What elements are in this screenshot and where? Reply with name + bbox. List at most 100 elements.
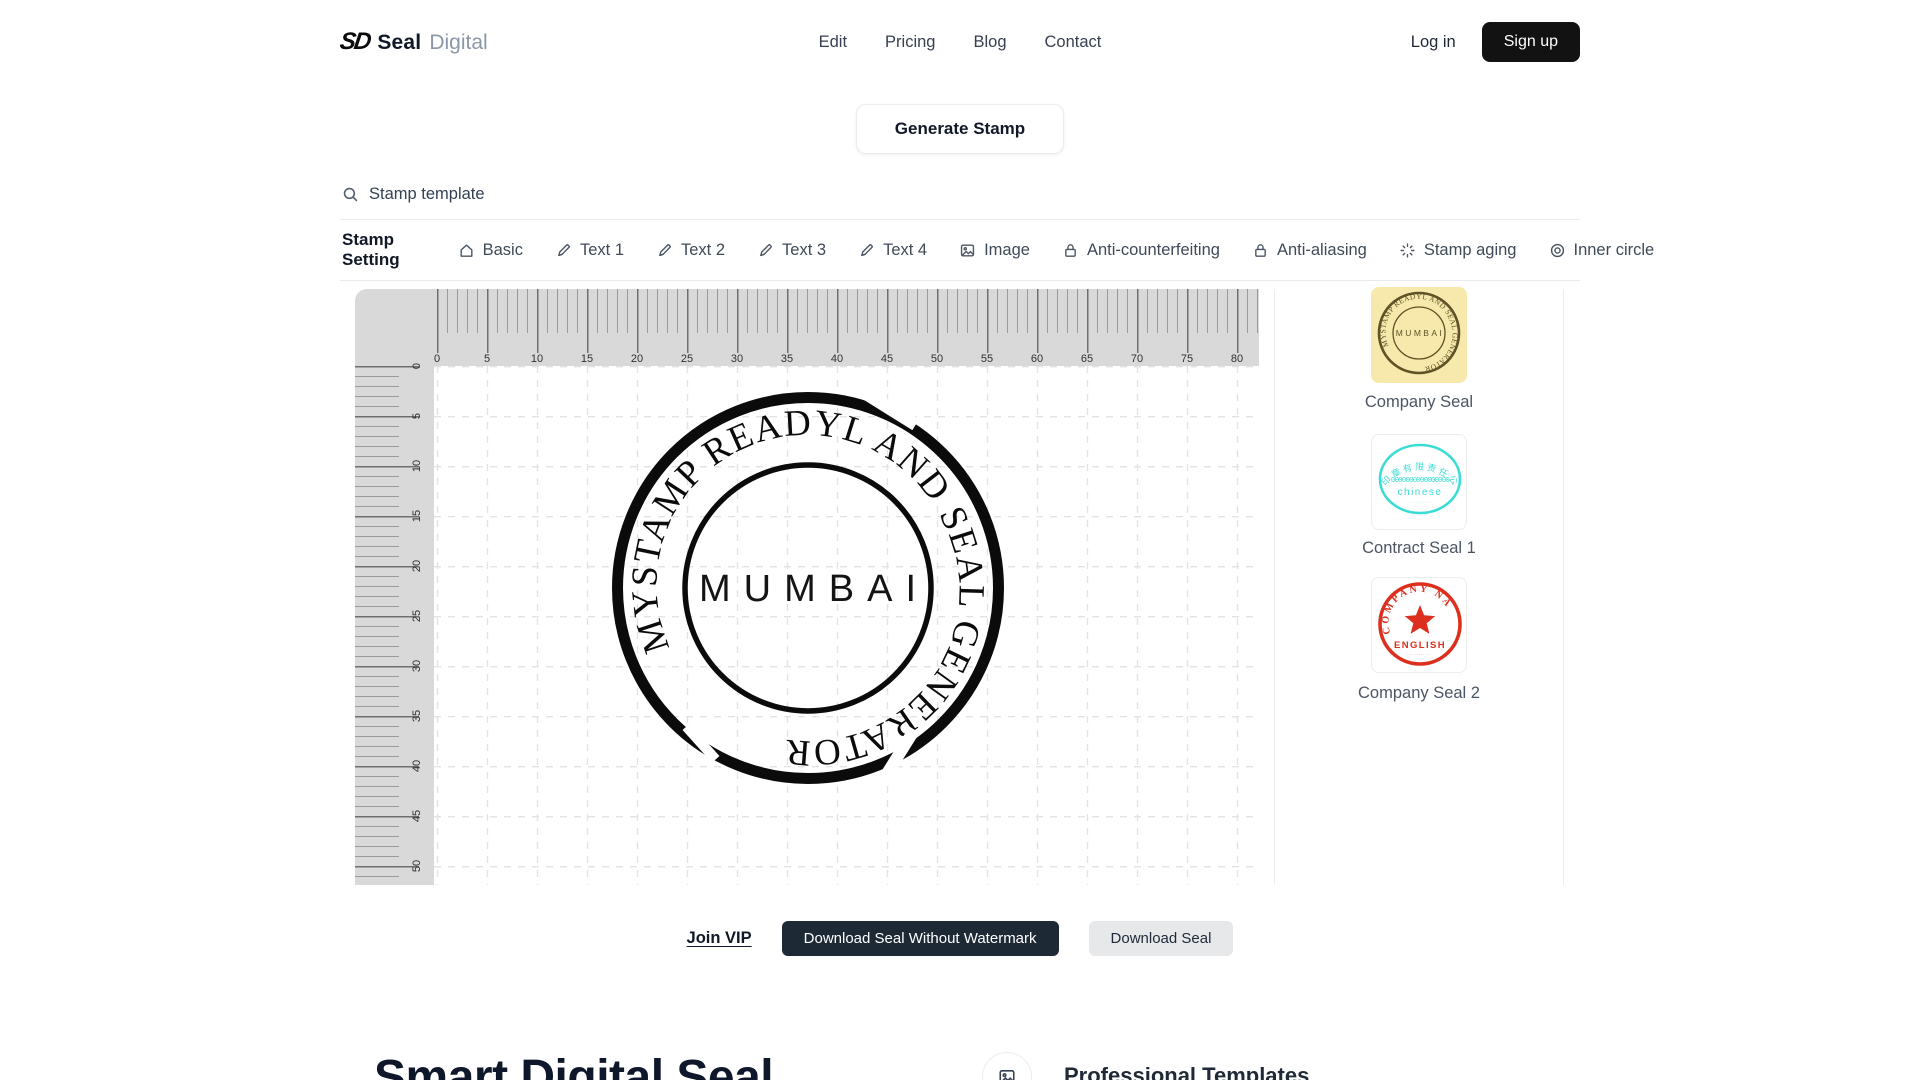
logo[interactable]: SD Seal Digital: [338, 28, 488, 56]
h-ruler-tick-label: 20: [630, 353, 644, 365]
template-label: Company Seal: [1364, 393, 1474, 411]
footer-heading: Smart Digital Seal: [374, 1051, 774, 1080]
template-stamp-star: COMPANY NAMEENGLISH·········: [1372, 578, 1462, 666]
signup-button[interactable]: Sign up: [1481, 22, 1580, 62]
v-ruler-tick-label: 0: [411, 362, 423, 370]
feature-professional-templates: Professional Templates: [982, 1052, 1309, 1080]
svg-text:·········: ·········: [1410, 653, 1430, 657]
h-ruler-tick-label: 5: [483, 353, 491, 365]
logo-icon: SD: [338, 28, 372, 55]
horizontal-ruler: 0 5 10 15 20 25 30 35 40 45 50 55 60 65 70 75 80: [434, 289, 1259, 366]
v-ruler-tick-label: 45: [411, 809, 423, 823]
toolbar-tab-text-3[interactable]: Text 3: [741, 233, 842, 268]
join-vip-link[interactable]: Join VIP: [687, 929, 752, 948]
toolbar-tab-anti-counterfeiting[interactable]: Anti-counterfeiting: [1046, 233, 1236, 268]
editor-header: Stamp Setting Basic Text 1 Text 2 Text 3 Tex…: [340, 170, 1654, 281]
v-ruler-tick-label: 30: [411, 659, 423, 673]
templates-panel: MYSTAMP READYL AND SEAL GENERATOR MUMBAI …: [1274, 287, 1564, 885]
main-nav: Edit Pricing Blog Contact: [819, 33, 1102, 52]
toolbar-tab-label: Text 1: [579, 240, 624, 259]
canvas-grid: MYSTAMP READYL AND SEAL GENERATORMUMBAI: [434, 365, 1259, 885]
h-ruler-tick-label: 0: [433, 353, 441, 365]
pen-icon: [558, 243, 570, 256]
stamp-canvas[interactable]: MYSTAMP READYL AND SEAL GENERATOR MUMBAI: [434, 365, 1259, 885]
download-actions: Join VIP Download Seal Without Watermark…: [0, 918, 1920, 958]
h-ruler-tick-label: 10: [530, 353, 544, 365]
toolbar-tab-label: Text 2: [681, 240, 726, 259]
home-icon: [460, 243, 473, 257]
svg-text:chinese: chinese: [1398, 487, 1443, 498]
h-ruler-tick-label: 40: [830, 353, 844, 365]
template-thumb-company-seal[interactable]: MYSTAMP READYL AND SEAL GENERATOR MUMBAI: [1371, 287, 1467, 383]
generate-stamp-button[interactable]: Generate Stamp: [855, 104, 1065, 154]
toolbar-tab-label: Anti-counterfeiting: [1086, 240, 1220, 259]
h-ruler-tick-label: 80: [1230, 353, 1244, 365]
v-ruler-tick-label: 25: [411, 609, 423, 623]
v-ruler-tick-label: 10: [411, 459, 423, 473]
template-thumb-contract-seal-1[interactable]: 印章有限责任公司0000000000000000chinese·········…: [1371, 434, 1467, 530]
h-ruler-tick-label: 30: [730, 353, 744, 365]
header: SD Seal Digital Edit Pricing Blog Contac…: [338, 18, 1580, 66]
svg-text:ENGLISH: ENGLISH: [1394, 640, 1446, 651]
auth-area: Log in Sign up: [1411, 22, 1580, 62]
logo-text-seal: Seal: [377, 31, 422, 54]
template-stamp-ellipse: 印章有限责任公司0000000000000000chinese·········…: [1372, 435, 1462, 515]
toolbar-tab-inner-circle[interactable]: Inner circle: [1533, 233, 1671, 268]
pen-icon: [861, 243, 873, 256]
lock-icon: [1255, 243, 1266, 257]
v-ruler-tick-label: 35: [411, 709, 423, 723]
inner-circle-icon: [1550, 243, 1564, 257]
h-ruler-tick-label: 35: [780, 353, 794, 365]
svg-text:MUMBAI: MUMBAI: [699, 568, 929, 610]
v-ruler-tick-label: 40: [411, 759, 423, 773]
template-label: Company Seal 2: [1358, 684, 1480, 702]
image-icon: [960, 243, 975, 257]
template-stamp-round: MYSTAMP READYL AND SEAL GENERATORMUMBAI: [1371, 287, 1467, 383]
toolbar: Stamp Setting Basic Text 1 Text 2 Text 3 Tex…: [340, 220, 1654, 281]
pen-icon: [659, 243, 671, 256]
toolbar-tab-label: Basic: [482, 240, 523, 259]
h-ruler-tick-label: 45: [880, 353, 894, 365]
toolbar-tab-label: Anti-aliasing: [1276, 240, 1367, 259]
lock-icon: [1065, 243, 1076, 257]
toolbar-tab-basic[interactable]: Basic: [442, 233, 539, 268]
logo-text-digital: Digital: [429, 31, 488, 54]
toolbar-tab-label: Inner circle: [1573, 240, 1655, 259]
nav-pricing[interactable]: Pricing: [885, 33, 935, 52]
template-thumb-company-seal-2[interactable]: COMPANY NAMEENGLISH·········: [1371, 577, 1467, 673]
page: SD Seal Digital Edit Pricing Blog Contac…: [0, 0, 1920, 1080]
toolbar-tab-text-1[interactable]: Text 1: [539, 233, 640, 268]
stamp-preview[interactable]: MYSTAMP READYL AND SEAL GENERATORMUMBAI: [612, 380, 1004, 786]
download-no-watermark-button[interactable]: Download Seal Without Watermark: [781, 920, 1059, 956]
nav-contact[interactable]: Contact: [1045, 33, 1102, 52]
ruler-corner: [355, 289, 434, 366]
h-ruler-tick-label: 50: [930, 353, 944, 365]
toolbar-tab-label: Text 3: [782, 240, 827, 259]
svg-text:··········: ··········: [1408, 500, 1431, 505]
svg-text:MUMBAI: MUMBAI: [1396, 328, 1444, 338]
toolbar-tab-stamp-aging[interactable]: Stamp aging: [1383, 233, 1533, 268]
login-link[interactable]: Log in: [1411, 33, 1456, 52]
h-ruler-tick-label: 65: [1080, 353, 1094, 365]
download-seal-button[interactable]: Download Seal: [1088, 920, 1234, 956]
feature-image-icon: [982, 1052, 1032, 1080]
nav-edit[interactable]: Edit: [819, 33, 847, 52]
h-ruler-tick-label: 55: [980, 353, 994, 365]
template-search-row: [340, 170, 1580, 220]
toolbar-tab-text-2[interactable]: Text 2: [640, 233, 741, 268]
h-ruler-tick-label: 75: [1180, 353, 1194, 365]
v-ruler-tick-label: 5: [411, 412, 423, 420]
search-input[interactable]: [369, 185, 789, 204]
toolbar-tab-text-4[interactable]: Text 4: [842, 233, 943, 268]
toolbar-tab-image[interactable]: Image: [943, 233, 1046, 268]
generate-stamp-wrap: Generate Stamp: [0, 104, 1920, 154]
toolbar-items: Basic Text 1 Text 2 Text 3 Text 4 Image Anti-c…: [442, 233, 1671, 268]
v-ruler-tick-label: 15: [411, 509, 423, 523]
toolbar-tab-anti-aliasing[interactable]: Anti-aliasing: [1236, 233, 1383, 268]
toolbar-tab-label: Text 4: [883, 240, 928, 259]
toolbar-tab-label: Stamp aging: [1423, 240, 1517, 259]
nav-blog[interactable]: Blog: [973, 33, 1006, 52]
v-ruler-tick-label: 20: [411, 559, 423, 573]
h-ruler-tick-label: 15: [580, 353, 594, 365]
search-icon: [343, 187, 358, 202]
